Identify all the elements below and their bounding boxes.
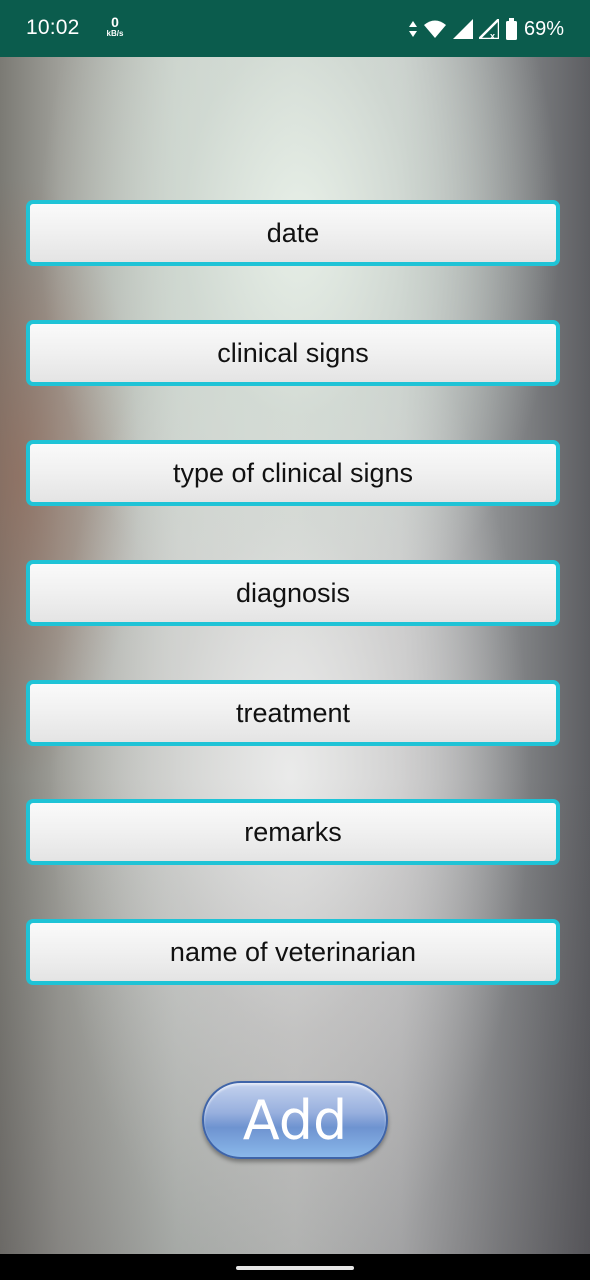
svg-text:x: x <box>490 31 495 39</box>
navigation-bar <box>0 1254 590 1280</box>
add-button[interactable]: Add <box>202 1081 388 1159</box>
network-speed-unit: kB/s <box>106 29 124 38</box>
date-field[interactable]: date <box>26 200 560 266</box>
wifi-icon: 4 <box>423 19 447 39</box>
diagnosis-field[interactable]: diagnosis <box>26 560 560 626</box>
battery-percent: 69% <box>523 17 564 40</box>
network-speed-value: 0 <box>111 14 119 30</box>
status-bar: 10:02 0 kB/s 4 x 69% <box>0 0 590 57</box>
treatment-field[interactable]: treatment <box>26 680 560 746</box>
clinical-signs-field[interactable]: clinical signs <box>26 320 560 386</box>
network-speed: 0 kB/s <box>102 15 128 38</box>
data-arrows-icon <box>408 21 417 37</box>
status-time: 10:02 <box>26 16 80 39</box>
status-icons: 4 x 69% <box>408 16 564 42</box>
signal-no-service-icon: x <box>478 19 499 39</box>
home-gesture-handle[interactable] <box>236 1266 354 1270</box>
battery-icon <box>505 18 518 40</box>
type-of-clinical-signs-field[interactable]: type of clinical signs <box>26 440 560 506</box>
remarks-field[interactable]: remarks <box>26 799 560 865</box>
svg-text:4: 4 <box>438 31 443 39</box>
signal-icon <box>452 19 473 39</box>
name-of-veterinarian-field[interactable]: name of veterinarian <box>26 919 560 985</box>
